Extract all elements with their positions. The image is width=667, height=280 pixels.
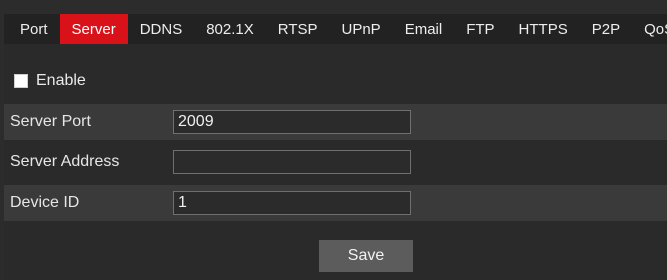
server-port-row: Server Port	[4, 104, 667, 140]
enable-checkbox[interactable]	[14, 74, 28, 88]
tab-p2p[interactable]: P2P	[580, 14, 632, 44]
device-id-label: Device ID	[10, 194, 80, 211]
tab-bar: Port Server DDNS 802.1X RTSP UPnP Email …	[4, 14, 667, 44]
tab-port[interactable]: Port	[8, 14, 60, 44]
tab-server[interactable]: Server	[59, 14, 128, 44]
server-address-input[interactable]	[173, 150, 411, 174]
tab-rtsp[interactable]: RTSP	[266, 14, 330, 44]
tab-https[interactable]: HTTPS	[507, 14, 580, 44]
device-id-row: Device ID	[4, 185, 667, 221]
tab-ftp[interactable]: FTP	[454, 14, 506, 44]
enable-label: Enable	[36, 72, 86, 89]
server-settings-form: Enable Server Port Server Address Device…	[4, 44, 667, 280]
server-address-label: Server Address	[10, 153, 120, 170]
server-port-label: Server Port	[10, 113, 91, 130]
tab-8021x[interactable]: 802.1X	[194, 14, 266, 44]
tab-email[interactable]: Email	[393, 14, 455, 44]
settings-panel: Port Server DDNS 802.1X RTSP UPnP Email …	[0, 0, 667, 280]
tab-upnp[interactable]: UPnP	[330, 14, 393, 44]
server-address-row: Server Address	[4, 144, 667, 180]
tab-qos[interactable]: QoS	[632, 14, 667, 44]
enable-row: Enable	[14, 72, 86, 90]
device-id-input[interactable]	[173, 191, 411, 215]
tab-ddns[interactable]: DDNS	[128, 14, 195, 44]
save-button[interactable]: Save	[319, 240, 413, 272]
server-port-input[interactable]	[173, 110, 411, 134]
